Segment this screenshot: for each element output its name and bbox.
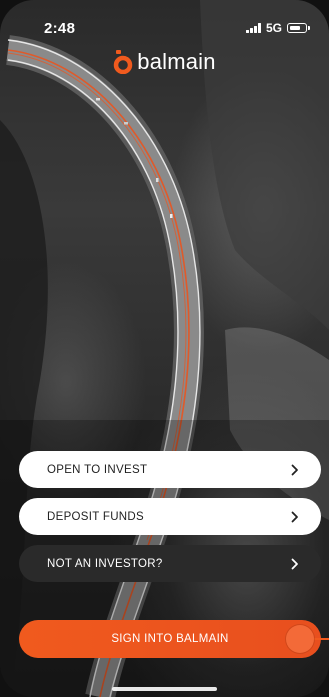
status-time: 2:48 xyxy=(44,20,76,37)
signal-bars-icon xyxy=(246,23,261,33)
deposit-funds-label: DEPOSIT FUNDS xyxy=(47,510,144,523)
chevron-right-icon xyxy=(291,464,298,475)
background-image xyxy=(0,0,329,697)
not-an-investor-button[interactable]: NOT AN INVESTOR? xyxy=(19,545,321,582)
home-indicator xyxy=(112,687,217,691)
network-label: 5G xyxy=(265,21,282,35)
brand-logo: balmain xyxy=(0,48,329,76)
chevron-right-icon xyxy=(291,511,298,522)
sign-in-button[interactable]: SIGN INTO BALMAIN xyxy=(19,620,321,658)
open-to-invest-button[interactable]: OPEN TO INVEST xyxy=(19,451,321,488)
app-screen: 2:48 5G balmain OPEN TO INVEST DEPOSIT F… xyxy=(0,0,329,697)
chevron-right-icon xyxy=(291,558,298,569)
status-bar: 2:48 5G xyxy=(0,0,329,44)
balmain-logo-icon xyxy=(114,50,133,74)
deposit-funds-button[interactable]: DEPOSIT FUNDS xyxy=(19,498,321,535)
sign-in-accent-line xyxy=(312,638,329,640)
battery-icon xyxy=(287,23,310,33)
sign-in-slider-handle[interactable] xyxy=(286,625,314,653)
status-indicators: 5G xyxy=(246,21,310,35)
sign-in-label: SIGN INTO BALMAIN xyxy=(111,633,229,645)
open-to-invest-label: OPEN TO INVEST xyxy=(47,463,148,476)
not-an-investor-label: NOT AN INVESTOR? xyxy=(47,557,163,570)
brand-name: balmain xyxy=(137,49,216,74)
